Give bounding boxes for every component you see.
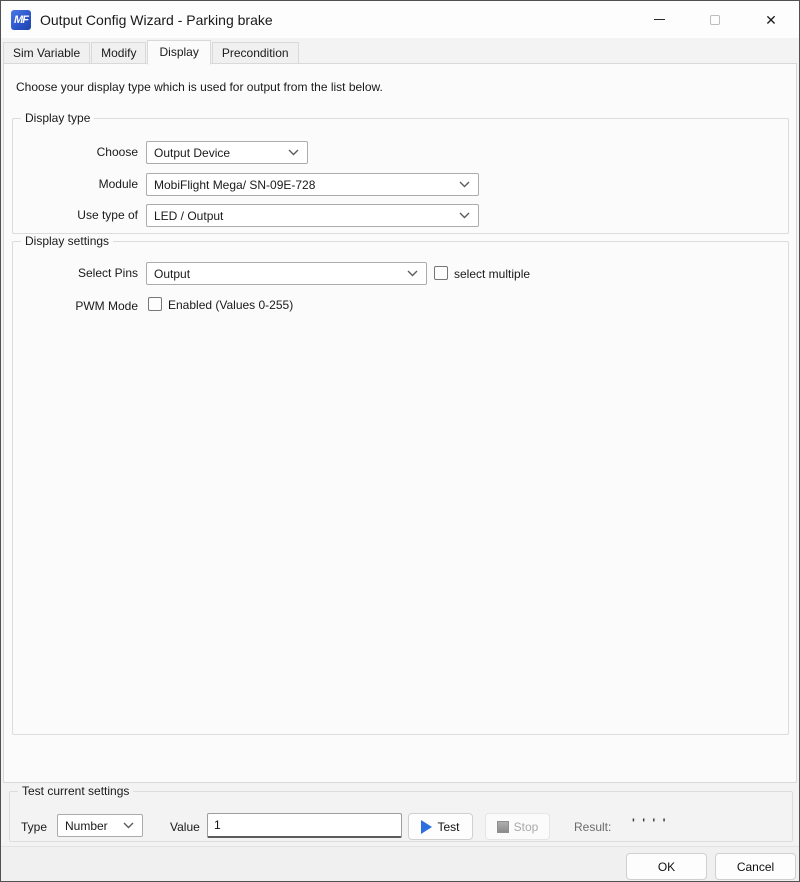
window-title: Output Config Wizard - Parking brake: [40, 12, 273, 28]
instruction-text: Choose your display type which is used f…: [16, 80, 383, 94]
select-pins-label: Select Pins: [13, 266, 138, 280]
type-select[interactable]: Number: [57, 814, 143, 837]
display-type-group: Display type Choose Output Device Module…: [12, 118, 789, 234]
display-type-legend: Display type: [21, 111, 94, 125]
cancel-button[interactable]: Cancel: [715, 853, 796, 880]
type-label: Type: [0, 820, 47, 834]
mobiflight-logo-icon: MF: [11, 10, 31, 30]
display-settings-legend: Display settings: [21, 234, 113, 248]
window-controls: ✕: [631, 1, 799, 38]
tab-modify[interactable]: Modify: [91, 42, 146, 64]
close-button[interactable]: ✕: [743, 1, 799, 38]
play-icon: [421, 820, 432, 834]
cancel-button-label: Cancel: [737, 860, 774, 874]
minimize-button[interactable]: [631, 1, 687, 38]
select-pins-select[interactable]: Output: [146, 262, 427, 285]
test-button[interactable]: Test: [408, 813, 473, 840]
maximize-icon: [710, 15, 720, 25]
stop-button[interactable]: Stop: [485, 813, 550, 840]
result-label: Result:: [574, 820, 611, 834]
chevron-down-icon: [459, 212, 470, 219]
chevron-down-icon: [288, 149, 299, 156]
pwm-mode-label: PWM Mode: [13, 299, 138, 313]
pwm-enabled-checkbox[interactable]: [148, 297, 162, 311]
select-multiple-label: select multiple: [454, 267, 530, 281]
output-config-wizard-window: MF Output Config Wizard - Parking brake …: [0, 0, 800, 882]
tab-strip: Sim Variable Modify Display Precondition: [3, 40, 300, 64]
test-settings-group: Test current settings Type Number Value …: [9, 791, 793, 842]
tab-precondition[interactable]: Precondition: [212, 42, 299, 64]
chevron-down-icon: [407, 270, 418, 277]
result-value: ' ' ' ': [632, 816, 667, 830]
chevron-down-icon: [459, 181, 470, 188]
maximize-button[interactable]: [687, 1, 743, 38]
dialog-footer: OK Cancel: [1, 846, 799, 882]
display-settings-group: Display settings Select Pins Output sele…: [12, 241, 789, 735]
stop-button-label: Stop: [514, 820, 539, 834]
module-select[interactable]: MobiFlight Mega/ SN-09E-728: [146, 173, 479, 196]
module-selected-value: MobiFlight Mega/ SN-09E-728: [154, 178, 315, 192]
select-pins-selected-value: Output: [154, 267, 190, 281]
use-type-selected-value: LED / Output: [154, 209, 223, 223]
test-button-label: Test: [437, 820, 459, 834]
pwm-enabled-label: Enabled (Values 0-255): [168, 298, 293, 312]
module-label: Module: [13, 177, 138, 191]
chevron-down-icon: [123, 822, 134, 829]
choose-label: Choose: [13, 145, 138, 159]
choose-select[interactable]: Output Device: [146, 141, 308, 164]
use-type-select[interactable]: LED / Output: [146, 204, 479, 227]
display-tab-page: Choose your display type which is used f…: [3, 63, 797, 783]
stop-icon: [497, 821, 509, 833]
use-type-label: Use type of: [13, 208, 138, 222]
select-multiple-checkbox[interactable]: [434, 266, 448, 280]
titlebar: MF Output Config Wizard - Parking brake …: [1, 1, 799, 38]
tab-display[interactable]: Display: [147, 40, 210, 65]
minimize-icon: [654, 19, 665, 20]
value-label: Value: [170, 820, 200, 834]
tab-sim-variable[interactable]: Sim Variable: [3, 42, 90, 64]
close-icon: ✕: [765, 13, 777, 27]
value-input[interactable]: [207, 813, 402, 838]
type-selected-value: Number: [65, 819, 108, 833]
test-settings-legend: Test current settings: [18, 784, 133, 798]
ok-button[interactable]: OK: [626, 853, 707, 880]
choose-selected-value: Output Device: [154, 146, 230, 160]
ok-button-label: OK: [658, 860, 675, 874]
